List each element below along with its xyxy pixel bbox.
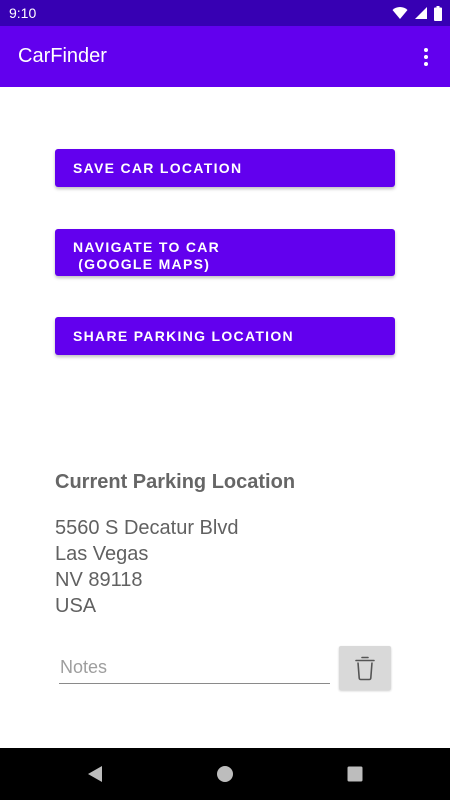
delete-button[interactable] (339, 646, 391, 690)
app-bar: CarFinder (0, 26, 450, 87)
save-car-location-button[interactable]: SAVE CAR LOCATION (55, 149, 395, 187)
address-line: Las Vegas (55, 543, 149, 565)
notes-input[interactable] (59, 652, 330, 684)
recents-icon[interactable] (345, 764, 365, 784)
parking-address: 5560 S Decatur Blvd Las Vegas NV 89118 U… (55, 515, 238, 619)
home-icon[interactable] (215, 764, 235, 784)
signal-icon (415, 7, 427, 19)
battery-icon (434, 5, 442, 21)
status-bar: 9:10 (0, 0, 450, 26)
address-line: NV 89118 (55, 569, 143, 591)
trash-icon (355, 656, 375, 681)
back-icon[interactable] (85, 764, 105, 784)
current-parking-location-heading: Current Parking Location (55, 471, 296, 493)
wifi-icon (392, 7, 408, 20)
status-time: 9:10 (9, 5, 37, 21)
status-icons (392, 5, 442, 21)
address-line: 5560 S Decatur Blvd (55, 517, 239, 539)
more-vert-icon[interactable] (414, 44, 438, 70)
navigate-to-car-button[interactable]: NAVIGATE TO CAR (GOOGLE MAPS) (55, 229, 395, 276)
system-nav-bar (0, 748, 450, 800)
app-title: CarFinder (18, 45, 107, 67)
share-parking-location-button[interactable]: SHARE PARKING LOCATION (55, 317, 395, 355)
address-line: USA (55, 595, 97, 617)
